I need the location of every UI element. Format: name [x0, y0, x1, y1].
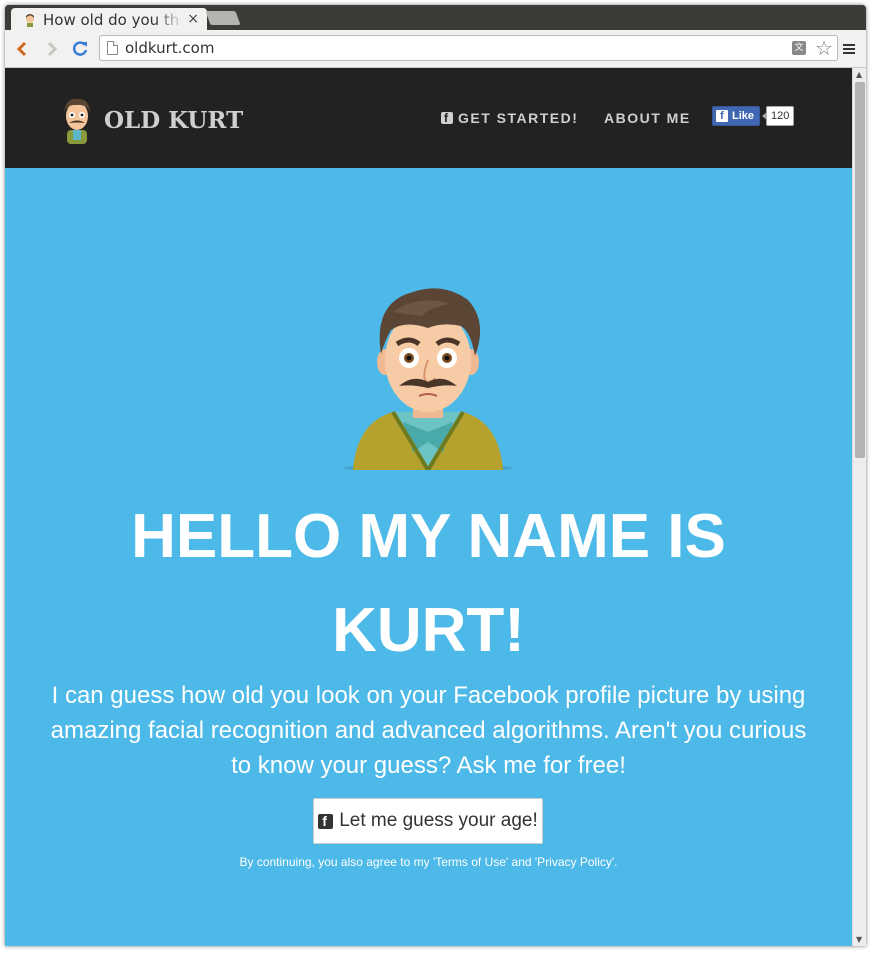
kurt-favicon-icon: [26, 13, 34, 27]
tab-title: How old do you th: [43, 10, 180, 29]
nav-about-me-label: ABOUT ME: [604, 110, 691, 126]
guess-age-button[interactable]: Let me guess your age!: [313, 798, 543, 844]
facebook-icon: [441, 111, 453, 125]
scrollbar-thumb[interactable]: [855, 82, 865, 458]
browser-toolbar: oldkurt.com 文 ☆: [5, 30, 866, 68]
hero-description: I can guess how old you look on your Fac…: [50, 682, 807, 779]
terms-notice: By continuing, you also agree to my 'Ter…: [239, 855, 618, 869]
address-bar[interactable]: oldkurt.com 文 ☆: [99, 35, 838, 61]
back-button[interactable]: [11, 38, 33, 60]
browser-tab[interactable]: How old do you th ×: [11, 8, 207, 31]
tab-close-icon[interactable]: ×: [187, 11, 199, 27]
facebook-icon: [318, 813, 334, 829]
guess-age-button-label: Let me guess your age!: [339, 810, 538, 831]
url-text: oldkurt.com: [125, 39, 215, 57]
fb-like-widget: f Like 120: [712, 106, 795, 126]
fb-like-button[interactable]: f Like: [712, 106, 761, 126]
tab-strip: How old do you th ×: [5, 5, 866, 31]
scroll-down-icon[interactable]: ▼: [856, 935, 862, 944]
reload-button[interactable]: [69, 38, 91, 60]
scroll-up-icon[interactable]: ▲: [856, 70, 862, 79]
reload-icon: [72, 41, 88, 56]
nav-about-me[interactable]: ABOUT ME: [604, 110, 691, 126]
star-icon[interactable]: ☆: [815, 36, 833, 60]
new-tab-button[interactable]: [205, 11, 241, 25]
page-viewport: OLD KURT GET STARTED! ABOUT ME f Like 12…: [5, 68, 866, 946]
translate-icon[interactable]: 文: [792, 41, 806, 55]
fb-like-count: 120: [761, 106, 795, 126]
facebook-icon: f: [716, 110, 728, 122]
browser-window: How old do you th × oldkurt.com 文 ☆ OLD …: [5, 5, 866, 946]
brand[interactable]: OLD KURT: [58, 96, 243, 144]
vertical-scrollbar[interactable]: ▲ ▼: [852, 68, 866, 946]
kurt-avatar: [343, 288, 513, 470]
menu-icon[interactable]: [843, 44, 855, 56]
back-icon: [16, 41, 27, 57]
site-navbar: OLD KURT GET STARTED! ABOUT ME f Like 12…: [5, 68, 852, 168]
nav-get-started-label: GET STARTED!: [458, 110, 579, 126]
kurt-logo-icon: [64, 98, 90, 144]
nav-get-started[interactable]: GET STARTED!: [441, 110, 578, 126]
fb-like-label: Like: [732, 110, 755, 122]
forward-button[interactable]: [41, 38, 63, 60]
brand-name: OLD KURT: [104, 106, 244, 134]
forward-icon: [47, 41, 58, 57]
hero-title: HELLO MY NAME IS KURT!: [131, 502, 726, 665]
page-icon: [107, 41, 118, 55]
